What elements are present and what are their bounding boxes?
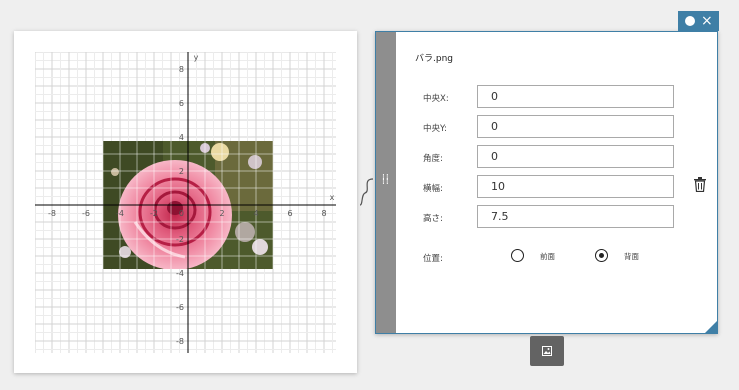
graph-card: -8 -6 -4 -2 2 4 6 8 8 6 4 2 -2 -4 -6 -8 0 x y	[14, 31, 357, 373]
radio-front-label: 前面	[540, 252, 555, 261]
radio-back[interactable]	[595, 249, 608, 262]
x-tick-label: 2	[219, 209, 224, 218]
x-tick-label: -6	[82, 209, 90, 218]
x-axis-label: x	[330, 193, 335, 202]
radio-back-label: 背面	[624, 252, 639, 261]
x-tick-label: -8	[48, 209, 56, 218]
center-x-input[interactable]: 0	[477, 85, 674, 108]
radio-back-selected-dot	[598, 252, 604, 258]
center-x-label: 中央X:	[423, 94, 449, 104]
image-settings-panel: ⁞⁞ ⁞⁞ バラ.png 中央X: 0 中央Y: 0 角度: 0 横幅: 10 高…	[375, 31, 718, 334]
width-label: 横幅:	[423, 184, 443, 194]
panel-drag-strip[interactable]: ⁞⁞ ⁞⁞	[376, 32, 396, 333]
center-y-label: 中央Y:	[423, 124, 447, 134]
resize-handle[interactable]	[705, 321, 717, 333]
x-tick-label: -2	[150, 209, 158, 218]
graph-area[interactable]: -8 -6 -4 -2 2 4 6 8 8 6 4 2 -2 -4 -6 -8 0 x y	[35, 52, 336, 353]
y-tick-label: 2	[179, 167, 184, 176]
position-label: 位置:	[423, 254, 443, 264]
y-tick-label: -2	[176, 235, 184, 244]
radio-front[interactable]	[511, 249, 524, 262]
height-label: 高さ:	[423, 214, 443, 224]
image-button[interactable]	[530, 336, 564, 366]
y-tick-label: -4	[176, 269, 184, 278]
width-input[interactable]: 10	[477, 175, 674, 198]
x-tick-label: 8	[321, 209, 326, 218]
y-axis-label: y	[194, 53, 199, 62]
drag-handle-icon[interactable]: ⁞⁞ ⁞⁞	[382, 174, 390, 187]
x-tick-label: 6	[287, 209, 292, 218]
image-icon	[542, 346, 552, 356]
y-tick-label: 4	[179, 133, 184, 142]
y-tick-label: 8	[179, 65, 184, 74]
y-tick-label: -8	[176, 337, 184, 346]
x-tick-label: -4	[116, 209, 124, 218]
x-tick-label: 4	[253, 209, 258, 218]
angle-input[interactable]: 0	[477, 145, 674, 168]
panel-title: バラ.png	[415, 54, 453, 64]
close-icon[interactable]: ×	[701, 12, 713, 30]
origin-label: 0	[179, 209, 184, 218]
y-tick-label: 6	[179, 99, 184, 108]
angle-label: 角度:	[423, 154, 443, 164]
circle-icon[interactable]	[685, 16, 695, 26]
y-tick-label: -6	[176, 303, 184, 312]
panel-tab: ×	[678, 11, 719, 31]
connector-squiggle	[359, 178, 374, 206]
height-input[interactable]: 7.5	[477, 205, 674, 228]
center-y-input[interactable]: 0	[477, 115, 674, 138]
trash-icon[interactable]	[694, 177, 706, 192]
